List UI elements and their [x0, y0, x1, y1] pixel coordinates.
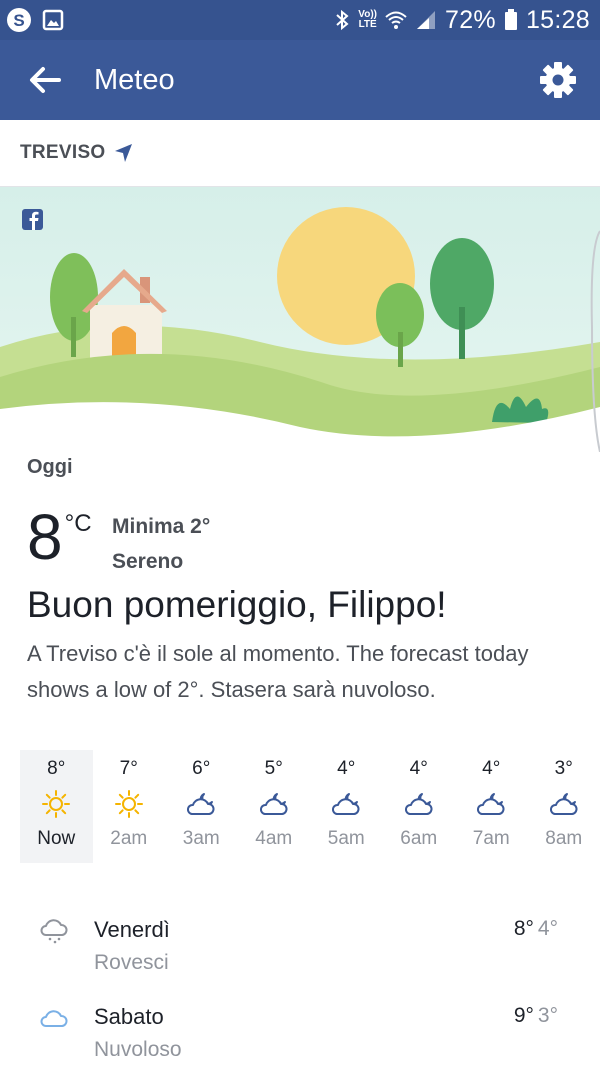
hourly-temperature: 6° [192, 758, 211, 779]
battery-percentage: 72% [445, 5, 496, 34]
cloud-moon-icon [258, 788, 290, 820]
app-bar: Meteo [0, 40, 600, 120]
current-temperature: 8 °C [27, 500, 92, 574]
daily-forecast-row[interactable]: Venerdì Rovesci 8° 4° [0, 917, 600, 997]
hourly-item[interactable]: 6° 3am [165, 750, 238, 863]
location-selector[interactable]: TREVISO [0, 120, 600, 187]
hourly-time: 8am [545, 828, 583, 849]
hourly-temperature: 3° [554, 758, 573, 779]
temperature-unit: °C [64, 510, 92, 537]
status-bar: S Vo)) LTE 72% 15:28 [0, 0, 600, 40]
sun-icon [41, 788, 71, 820]
hourly-time: 2am [110, 828, 148, 849]
facebook-icon [22, 209, 43, 230]
gear-icon [540, 62, 576, 98]
arrow-back-icon [30, 67, 61, 93]
cloud-moon-icon [548, 788, 580, 820]
hourly-item[interactable]: 4° 6am [383, 750, 456, 863]
daily-forecast-row[interactable]: Sabato Nuvoloso 9° 3° [0, 1004, 600, 1067]
hourly-temperature: 7° [119, 758, 138, 779]
temperature-value: 8 [27, 501, 63, 573]
volte-icon: Vo)) LTE [358, 9, 377, 30]
greeting: Buon pomeriggio, Filippo! [27, 584, 447, 625]
hourly-item[interactable]: 4° 5am [310, 750, 383, 863]
svg-text:S: S [13, 11, 24, 30]
skype-icon: S [6, 7, 32, 33]
sun-icon [114, 788, 144, 820]
cloud-moon-icon [475, 788, 507, 820]
hourly-time: 7am [472, 828, 510, 849]
clock: 15:28 [525, 5, 590, 34]
hourly-temperature: 4° [482, 758, 501, 779]
day-temperatures: 9° 3° [514, 1004, 558, 1028]
hourly-temperature: 8° [47, 758, 66, 779]
cloud-moon-icon [403, 788, 435, 820]
day-name: Sabato [94, 1004, 164, 1029]
location-name: TREVISO [20, 142, 106, 163]
hourly-time: 5am [327, 828, 365, 849]
day-temperatures: 8° 4° [514, 917, 558, 941]
today-label: Oggi [27, 456, 73, 478]
day-high: 9° [513, 1004, 534, 1027]
settings-button[interactable] [516, 40, 600, 120]
day-low: 3° [537, 1004, 558, 1027]
cloud-moon-icon [185, 788, 217, 820]
hourly-item[interactable]: 5° 4am [238, 750, 311, 863]
signal-icon [415, 10, 437, 30]
hourly-item[interactable]: 8° Now [20, 750, 93, 863]
gallery-icon [42, 9, 64, 31]
day-name: Venerdì [94, 917, 170, 942]
hourly-time: Now [37, 828, 76, 849]
hourly-forecast[interactable]: 8° Now 7° 2am 6° 3am 5° 4am 4° 5am 4° 6am 4° 7am 3° 8am [20, 750, 600, 863]
day-condition: Rovesci [94, 951, 169, 974]
page-title: Meteo [94, 63, 175, 96]
cloud-moon-icon [330, 788, 362, 820]
hourly-item[interactable]: 3° 8am [528, 750, 600, 863]
rain-cloud-icon [38, 917, 70, 945]
location-arrow-icon [114, 143, 134, 163]
current-condition: Sereno [112, 550, 184, 573]
day-high: 8° [513, 917, 534, 940]
bluetooth-icon [334, 9, 350, 31]
day-low: 4° [537, 917, 558, 940]
day-condition: Nuvoloso [94, 1038, 182, 1061]
battery-icon [504, 9, 518, 31]
hourly-time: 3am [182, 828, 220, 849]
hourly-temperature: 4° [409, 758, 428, 779]
hourly-item[interactable]: 7° 2am [93, 750, 166, 863]
today-details: Minima 2° Sereno [112, 509, 210, 579]
forecast-summary: A Treviso c'è il sole al momento. The fo… [27, 641, 529, 702]
hourly-temperature: 4° [337, 758, 356, 779]
minimum-temperature: Minima 2° [112, 515, 211, 538]
hourly-item[interactable]: 4° 7am [455, 750, 528, 863]
hourly-temperature: 5° [264, 758, 283, 779]
wifi-icon [385, 10, 407, 30]
hourly-time: 6am [400, 828, 438, 849]
cloud-icon [38, 1004, 70, 1032]
back-button[interactable] [0, 40, 90, 120]
hourly-time: 4am [255, 828, 293, 849]
weather-illustration [0, 187, 600, 452]
